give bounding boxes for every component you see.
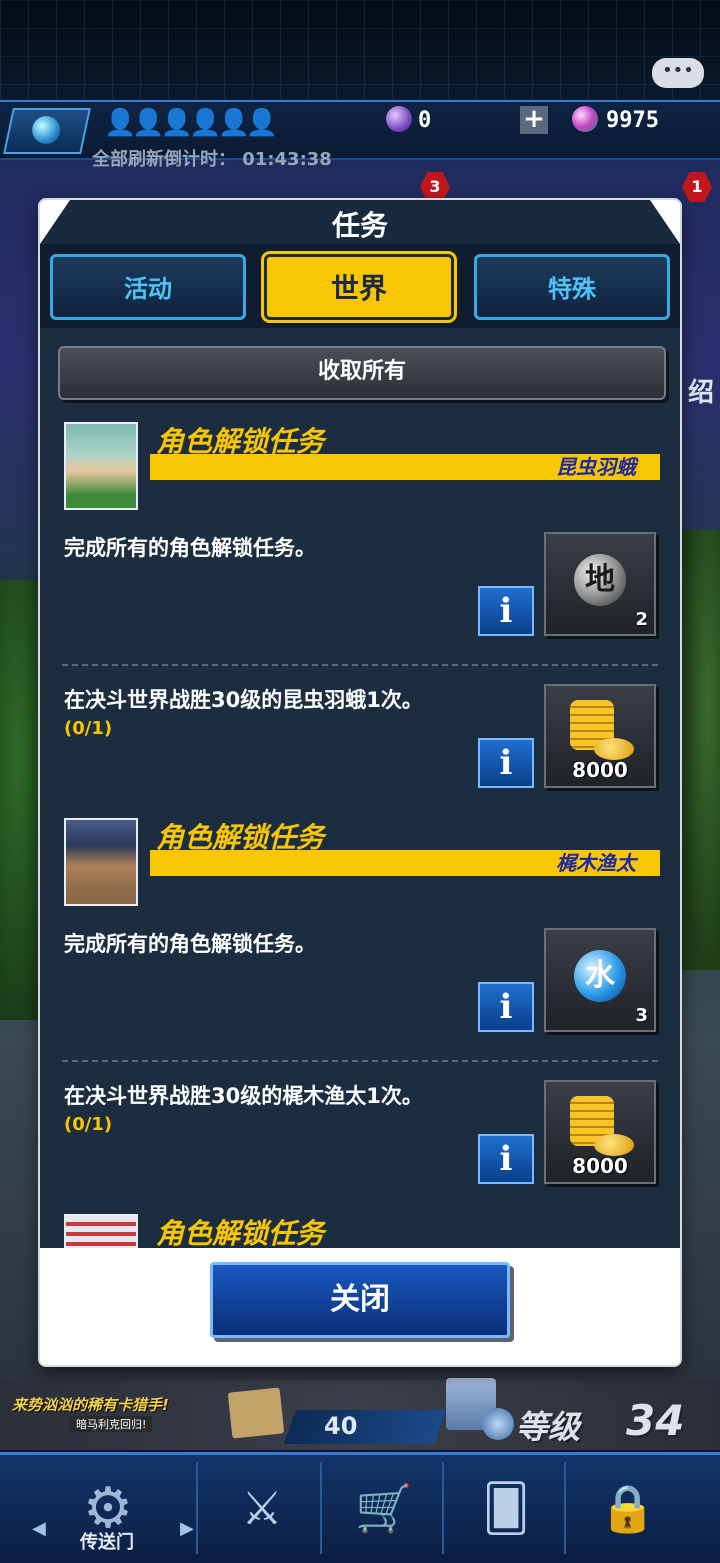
chat-icon[interactable]: ••• [652, 58, 704, 88]
tab-world[interactable]: 世界 [264, 254, 454, 320]
quest-text: 完成所有的角色解锁任务。 [64, 536, 316, 560]
nav-duel[interactable]: ⚔ [204, 1462, 322, 1554]
close-button[interactable]: 关闭 [210, 1262, 510, 1338]
reward-slot[interactable]: 地 2 [544, 532, 656, 636]
reward-count: 2 [635, 609, 648, 630]
lock-icon: 🔒 [599, 1480, 657, 1535]
info-button[interactable]: i [478, 586, 534, 636]
character-avatar [64, 818, 138, 906]
stage-bar [283, 1410, 447, 1444]
map-icon[interactable] [227, 1387, 285, 1439]
gem-icon [572, 106, 598, 132]
collect-all-button[interactable]: 收取所有 [58, 346, 666, 400]
quest-progress: (0/1) [64, 1114, 113, 1135]
gem-count: 9975 [606, 108, 659, 133]
nav-left-arrow[interactable]: ◀ [32, 1518, 46, 1539]
quest-divider [62, 664, 658, 666]
refresh-countdown: 全部刷新倒计时： 01:43:38 [92, 145, 332, 171]
reward-slot[interactable]: 8000 [544, 684, 656, 788]
globe-icon [32, 116, 61, 144]
reward-slot[interactable]: 水 3 [544, 928, 656, 1032]
orb-currency-icon [386, 106, 412, 132]
level-value: 34 [626, 1396, 685, 1445]
orb-count: 0 [418, 108, 432, 133]
quest-divider [62, 1060, 658, 1062]
refresh-time: 01:43:38 [242, 149, 332, 170]
promo-subtitle: 暗马利克回归! [70, 1416, 153, 1432]
quest-text: 完成所有的角色解锁任务。 [64, 932, 316, 956]
section-title: 角色解锁任务 [156, 1217, 325, 1248]
crossed-swords-icon: ⚔ [241, 1481, 283, 1535]
nav-locked[interactable]: 🔒 [570, 1462, 686, 1554]
nav-deck[interactable]: 🂠 [448, 1462, 566, 1554]
info-button[interactable]: i [478, 738, 534, 788]
nav-portal-label: 传送门 [80, 1532, 134, 1553]
globe-button[interactable] [3, 108, 91, 154]
side-label: 绍 [688, 378, 715, 408]
promo-banner[interactable]: 来势汹汹的稀有卡猎手! [12, 1394, 169, 1415]
top-background [0, 0, 720, 100]
water-orb-icon: 水 [574, 950, 626, 1002]
refresh-label: 全部刷新倒计时： [92, 149, 236, 170]
tree-right [680, 530, 720, 970]
cards-icon: 🂠 [482, 1481, 530, 1535]
reward-count: 3 [635, 1005, 648, 1026]
tab-special[interactable]: 特殊 [474, 254, 670, 320]
quest-text: 在决斗世界战胜30级的昆虫羽蛾1次。 [64, 688, 423, 712]
level-label: 等级 [516, 1408, 581, 1446]
reward-slot[interactable]: 8000 [544, 1080, 656, 1184]
character-avatar [64, 422, 138, 510]
mission-list[interactable]: 收取所有 角色解锁任务 昆虫羽蛾 完成所有的角色解锁任务。 i 地 2 在决斗世… [40, 328, 680, 1248]
nav-shop[interactable]: 🛒 [326, 1462, 444, 1554]
nav-right-arrow[interactable]: ▶ [180, 1518, 194, 1539]
info-button[interactable]: i [478, 982, 534, 1032]
section-bar: 昆虫羽蛾 [150, 454, 660, 480]
add-gems-button[interactable]: + [520, 106, 548, 134]
shopping-cart-icon: 🛒 [355, 1480, 413, 1535]
earth-orb-icon: 地 [574, 554, 626, 606]
players-icon: 👤👤👤👤👤👤 [104, 108, 278, 138]
stage-number: 40 [324, 1412, 358, 1440]
modal-title: 任务 [331, 209, 388, 242]
gold-coin-icon [594, 738, 634, 760]
character-name: 昆虫羽蛾 [556, 455, 636, 479]
quest-progress: (0/1) [64, 718, 113, 739]
refresh-icon [482, 1408, 514, 1440]
tab-event[interactable]: 活动 [50, 254, 246, 320]
character-name: 梶木渔太 [556, 851, 636, 875]
reward-count: 8000 [572, 758, 628, 782]
gold-coin-icon [594, 1134, 634, 1156]
info-button[interactable]: i [478, 1134, 534, 1184]
quest-text: 在决斗世界战胜30级的梶木渔太1次。 [64, 1084, 423, 1108]
section-bar: 梶木渔太 [150, 850, 660, 876]
reward-count: 8000 [572, 1154, 628, 1178]
character-avatar [64, 1214, 138, 1248]
